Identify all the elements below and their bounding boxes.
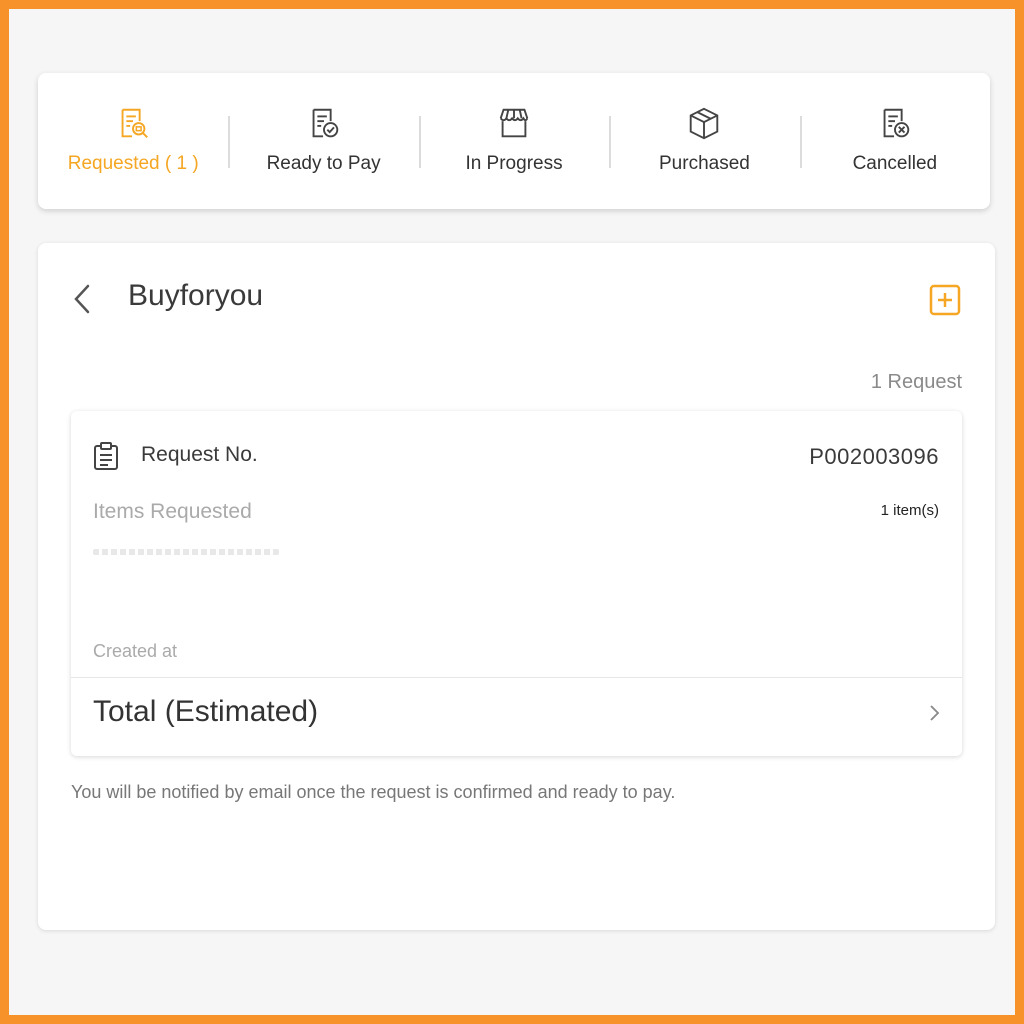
total-estimated-label: Total (Estimated)	[93, 695, 319, 728]
document-cancel-icon	[883, 108, 910, 138]
chevron-right-icon[interactable]	[926, 703, 942, 723]
items-count: 1 item(s)	[880, 502, 939, 519]
status-tab-bar: Requested ( 1 ) Ready to Pay In Progress	[38, 73, 990, 209]
tab-in-progress[interactable]: In Progress	[418, 73, 609, 209]
package-box-icon	[690, 107, 719, 140]
items-requested-label: Items Requested	[93, 500, 252, 523]
tab-cancelled[interactable]: Cancelled	[799, 73, 990, 209]
tab-requested-label: Requested ( 1 )	[67, 153, 199, 174]
email-notice: You will be notified by email once the r…	[71, 782, 676, 802]
tab-requested[interactable]: Requested ( 1 )	[38, 73, 228, 209]
request-list-panel: Buyforyou 1 Request Request No. P0020030…	[38, 243, 995, 930]
tab-purchased-label: Purchased	[659, 153, 750, 174]
tab-ready-to-pay[interactable]: Ready to Pay	[228, 73, 418, 209]
add-square-icon[interactable]	[928, 283, 962, 317]
clipboard-icon	[94, 442, 118, 470]
tab-ready-to-pay-label: Ready to Pay	[266, 153, 381, 174]
request-card[interactable]: Request No. P002003096 Items Requested 1…	[71, 411, 962, 756]
blurred-item-name	[93, 549, 279, 555]
request-no-label: Request No.	[141, 443, 258, 466]
page-title: Buyforyou	[128, 279, 264, 312]
created-at-label: Created at	[93, 641, 178, 661]
request-search-icon	[121, 108, 149, 138]
divider	[71, 677, 962, 678]
request-count: 1 Request	[870, 371, 962, 393]
document-check-icon	[312, 108, 338, 138]
request-no-value: P002003096	[809, 444, 939, 469]
tab-cancelled-label: Cancelled	[852, 153, 938, 174]
tab-in-progress-label: In Progress	[465, 153, 563, 174]
storefront-icon	[499, 108, 529, 138]
tab-purchased[interactable]: Purchased	[609, 73, 799, 209]
chevron-left-icon[interactable]	[68, 281, 98, 317]
